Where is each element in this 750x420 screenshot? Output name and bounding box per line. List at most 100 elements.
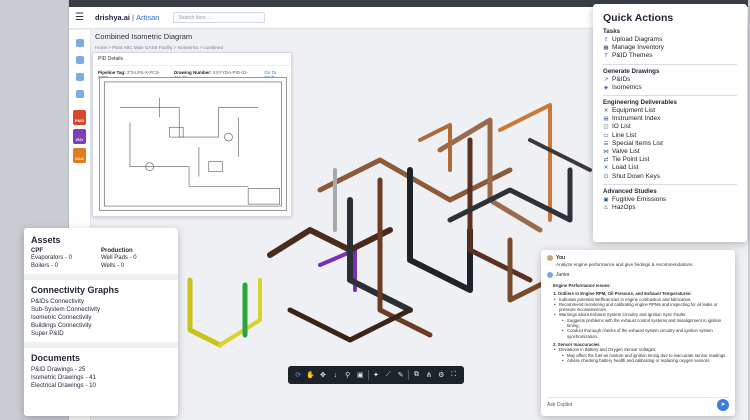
qa-item-label: HazOps: [612, 204, 636, 212]
qa-item-label: Instrument Index: [612, 115, 661, 123]
breadcrumb[interactable]: Home > Plant ABC Main GASB Facility > Is…: [95, 45, 223, 50]
isometrics-icon: ◈: [603, 84, 609, 91]
copilot-input-placeholder: Ask Copilot: [547, 401, 573, 408]
quick-actions-panel: Quick Actions Tasks ⇪ Upload Diagrams ▦ Mana…: [593, 4, 747, 242]
section-divider: [24, 342, 178, 349]
io-list-icon: ◫: [603, 124, 609, 131]
qa-item-isometrics[interactable]: ◈ Isometrics: [603, 84, 737, 92]
measure-icon[interactable]: ⟋: [383, 370, 393, 380]
qa-item-valve-list[interactable]: ⋈ Valve List: [603, 148, 737, 156]
production-row[interactable]: Well Pads - 0: [101, 255, 171, 262]
cpf-row[interactable]: Evaporators - 0: [31, 255, 101, 262]
qa-item-label: Isometrics: [612, 83, 642, 91]
wand-icon[interactable]: ✦: [371, 370, 381, 380]
user-avatar: [547, 255, 553, 261]
rotate-icon[interactable]: ⟳: [293, 370, 303, 380]
rail-list-icon[interactable]: [75, 73, 84, 81]
response-sub-bullet: Conduct thorough checks of the exhaust s…: [553, 328, 727, 339]
cpf-row[interactable]: Boilers - 0: [31, 263, 101, 270]
connectivity-item[interactable]: Sub-System Connectivity: [31, 306, 171, 314]
qa-item-label: Line List: [612, 131, 637, 139]
toolbar-divider: [408, 370, 410, 380]
layers-icon[interactable]: ⧉: [411, 370, 421, 380]
cpf-heading: CPF: [31, 248, 43, 254]
production-row[interactable]: Wells - 0: [101, 263, 171, 270]
qa-item-io-list[interactable]: ◫ IO List: [603, 123, 737, 131]
valve-list-icon: ⋈: [603, 149, 609, 156]
qa-item-label: Manage Inventory: [612, 44, 665, 52]
qa-item-line-list[interactable]: ▭ Line List: [603, 132, 737, 140]
qa-item-equipment-list[interactable]: ✕ Equipment List: [603, 107, 737, 115]
qa-item-label: Load List: [612, 164, 639, 172]
move-down-icon[interactable]: ↓: [330, 370, 340, 380]
qa-item-p-ids[interactable]: ↗ P&IDs: [603, 76, 737, 84]
page-title: Combined Isometric Diagram: [95, 32, 193, 41]
section-divider: [603, 95, 737, 97]
shut-down-keys-icon: ⏻: [603, 173, 609, 180]
connectivity-item[interactable]: Buildings Connectivity: [31, 322, 171, 330]
file-type-pid-icon[interactable]: P&ID: [73, 110, 86, 125]
qa-item-label: Upload Diagrams: [612, 36, 663, 43]
qa-item-label: Tie Point List: [612, 156, 650, 164]
connectivity-item[interactable]: Isometric Connectivity: [31, 314, 171, 322]
documents-title: Documents: [31, 353, 81, 364]
equipment-list-icon: ✕: [603, 108, 609, 115]
qa-item-load-list[interactable]: ✕ Load List: [603, 164, 737, 172]
file-type-cad-icon[interactable]: CAD: [73, 148, 86, 163]
tie-point-list-icon: ⇄: [603, 157, 609, 164]
qa-item-label: Valve List: [612, 148, 640, 156]
pid-details-panel: PID Details Pipeline Tag: 2"3-LPS-X-FCS-…: [92, 52, 292, 217]
user-message-header: You: [541, 250, 735, 261]
hazops-icon: ⚠: [603, 205, 609, 212]
response-heading: Engine Performance Issues:: [553, 283, 611, 288]
qa-section-heading: Generate Drawings: [603, 67, 660, 75]
bot-response: Engine Performance Issues: 1. Outliers in…: [541, 278, 735, 363]
qa-item-upload-diagrams[interactable]: ⇪ Upload Diagrams: [603, 36, 737, 44]
rail-folder-icon[interactable]: [75, 90, 84, 98]
qa-item-label: Fugitive Emissions: [612, 195, 667, 203]
fullscreen-icon[interactable]: ⛶: [449, 370, 459, 380]
qa-item-tie-point-list[interactable]: ⇄ Tie Point List: [603, 156, 737, 164]
viewer-toolbar: ⟳ ✋ ✥ ↓ ⚲ ▣ ✦ ⟋ ✎ ⧉ ⋔ ⚙ ⛶: [288, 366, 464, 384]
load-list-icon: ✕: [603, 165, 609, 172]
marker-icon[interactable]: ✎: [396, 370, 406, 380]
settings-icon[interactable]: ⚙: [436, 370, 446, 380]
upload-diagrams-icon: ⇪: [603, 37, 609, 43]
qa-item-hazops[interactable]: ⚠ HazOps: [603, 204, 737, 212]
connectivity-item[interactable]: P&IDs Connectivity: [31, 298, 171, 306]
qa-section-heading: Advanced Studies: [603, 187, 657, 195]
zoom-icon[interactable]: ⚲: [343, 370, 353, 380]
qa-item-label: Shut Down Keys: [612, 172, 661, 180]
tree-icon[interactable]: ⋔: [424, 370, 434, 380]
brand-logo: drishya.ai | Artisan: [95, 13, 160, 22]
send-icon[interactable]: ➤: [717, 398, 729, 411]
document-item[interactable]: Isometric Drawings - 41: [31, 374, 171, 382]
qa-item-shut-down-keys[interactable]: ⏻ Shut Down Keys: [603, 173, 737, 181]
pan-icon[interactable]: ✋: [306, 370, 316, 380]
camera-icon[interactable]: ▣: [355, 370, 365, 380]
menu-icon[interactable]: ☰: [75, 12, 89, 23]
document-item[interactable]: Electrical Drawings - 10: [31, 382, 171, 390]
p-id-themes-icon: T: [604, 53, 608, 60]
document-item[interactable]: P&ID Drawings - 25: [31, 366, 171, 374]
rail-home-icon[interactable]: [75, 39, 84, 47]
qa-item-p-id-themes[interactable]: T P&ID Themes: [603, 52, 737, 60]
pid-drawing-thumbnail[interactable]: [99, 77, 287, 211]
response-bullet: Recommend monitoring and calibrating eng…: [553, 302, 727, 313]
file-type-iso-icon[interactable]: ISO: [73, 129, 86, 144]
copilot-input[interactable]: Ask Copilot ➤: [547, 397, 729, 411]
toolbar-divider: [367, 370, 369, 380]
search-input[interactable]: Search here ...: [173, 12, 266, 23]
qa-item-fugitive-emissions[interactable]: ▣ Fugitive Emissions: [603, 196, 737, 204]
qa-item-manage-inventory[interactable]: ▦ Manage Inventory: [603, 44, 737, 52]
qa-item-special-items-list[interactable]: ☰ Special Items List: [603, 140, 737, 148]
manage-inventory-icon: ▦: [603, 45, 609, 52]
rail-graph-icon[interactable]: [75, 56, 84, 64]
quick-actions-title: Quick Actions: [603, 12, 674, 24]
qa-item-label: IO List: [612, 123, 631, 131]
special-items-list-icon: ☰: [603, 140, 609, 147]
qa-item-instrument-index[interactable]: ▤ Instrument Index: [603, 115, 737, 123]
overview-panel: Assets CPF Evaporators - 0 Boilers - 0 P…: [24, 228, 178, 416]
connectivity-item[interactable]: Super P&ID: [31, 330, 171, 338]
move-icon[interactable]: ✥: [318, 370, 328, 380]
